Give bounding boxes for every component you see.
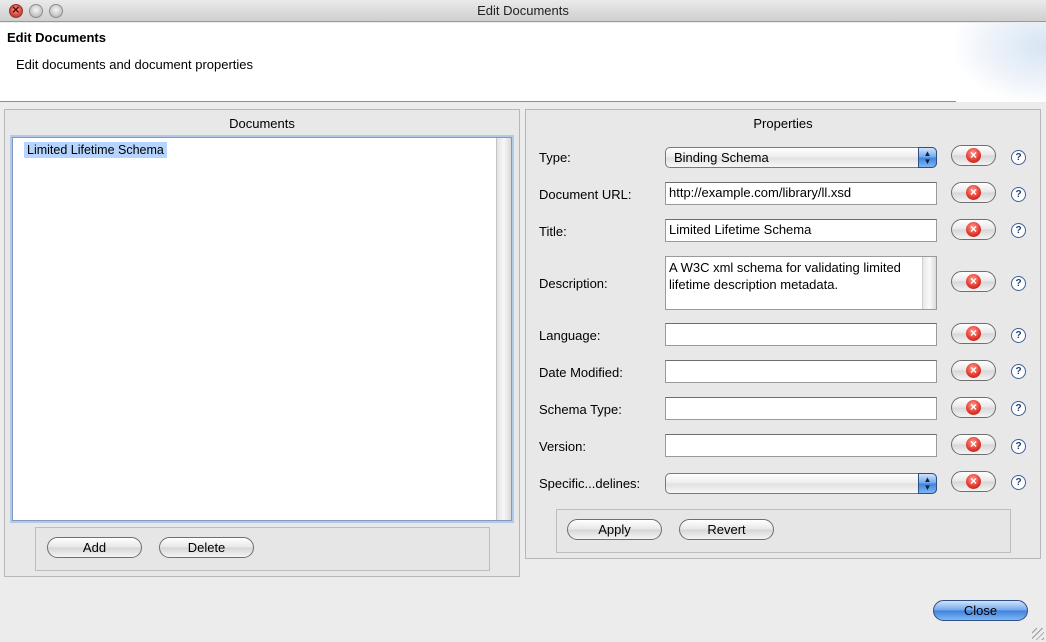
documents-scrollbar[interactable]	[496, 138, 511, 520]
resize-grip-icon[interactable]	[1032, 628, 1044, 640]
clear-date-modified-button[interactable]: ×	[951, 360, 996, 381]
clear-specification-guidelines-button[interactable]: ×	[951, 471, 996, 492]
document-url-label: Document URL:	[539, 187, 632, 202]
help-document-url-icon[interactable]: ?	[1011, 187, 1026, 202]
clear-x-icon: ×	[966, 363, 981, 378]
add-button[interactable]: Add	[47, 537, 142, 558]
clear-version-button[interactable]: ×	[951, 434, 996, 455]
language-field[interactable]	[665, 323, 937, 346]
clear-language-button[interactable]: ×	[951, 323, 996, 344]
clear-schema-type-button[interactable]: ×	[951, 397, 996, 418]
clear-x-icon: ×	[966, 326, 981, 341]
version-label: Version:	[539, 439, 586, 454]
help-language-icon[interactable]: ?	[1011, 328, 1026, 343]
select-arrows-icon: ▲ ▼	[918, 147, 937, 168]
select-arrows-icon: ▲ ▼	[918, 473, 937, 494]
clear-title-button[interactable]: ×	[951, 219, 996, 240]
clear-x-icon: ×	[966, 185, 981, 200]
help-type-icon[interactable]: ?	[1011, 150, 1026, 165]
help-title-icon[interactable]: ?	[1011, 223, 1026, 238]
list-item[interactable]: Limited Lifetime Schema	[24, 142, 167, 158]
description-textarea[interactable]: A W3C xml schema for validating limited …	[665, 256, 937, 310]
title-bar: Edit Documents	[0, 0, 1046, 22]
window-title: Edit Documents	[477, 3, 569, 18]
schema-type-label: Schema Type:	[539, 402, 622, 417]
clear-x-icon: ×	[966, 400, 981, 415]
title-label: Title:	[539, 224, 567, 239]
header-subtitle: Edit documents and document properties	[16, 57, 254, 72]
properties-title: Properties	[753, 116, 813, 131]
schema-type-field[interactable]	[665, 397, 937, 420]
clear-x-icon: ×	[966, 274, 981, 289]
date-modified-field[interactable]	[665, 360, 937, 383]
revert-button[interactable]: Revert	[679, 519, 774, 540]
help-date-modified-icon[interactable]: ?	[1011, 364, 1026, 379]
type-label: Type:	[539, 150, 571, 165]
clear-type-button[interactable]: ×	[951, 145, 996, 166]
description-scrollbar[interactable]	[922, 257, 936, 309]
documents-title: Documents	[229, 116, 295, 131]
help-schema-type-icon[interactable]: ?	[1011, 401, 1026, 416]
help-description-icon[interactable]: ?	[1011, 276, 1026, 291]
help-specification-guidelines-icon[interactable]: ?	[1011, 475, 1026, 490]
apply-button[interactable]: Apply	[567, 519, 662, 540]
document-url-field[interactable]: http://example.com/library/ll.xsd	[665, 182, 937, 205]
clear-x-icon: ×	[966, 474, 981, 489]
clear-x-icon: ×	[966, 222, 981, 237]
header-title: Edit Documents	[7, 30, 106, 45]
delete-button[interactable]: Delete	[159, 537, 254, 558]
language-label: Language:	[539, 328, 601, 343]
type-select[interactable]: Binding Schema ▲ ▼	[665, 147, 937, 168]
specification-guidelines-label: Specific...delines:	[539, 476, 641, 491]
description-text: A W3C xml schema for validating limited …	[669, 260, 901, 292]
documents-list[interactable]: Limited Lifetime Schema	[12, 137, 512, 521]
date-modified-label: Date Modified:	[539, 365, 623, 380]
specification-guidelines-select[interactable]: ▲ ▼	[665, 473, 937, 494]
title-field[interactable]: Limited Lifetime Schema	[665, 219, 937, 242]
clear-x-icon: ×	[966, 437, 981, 452]
dialog-header: Edit Documents Edit documents and docume…	[0, 23, 1046, 102]
help-version-icon[interactable]: ?	[1011, 439, 1026, 454]
close-button[interactable]: Close	[933, 600, 1028, 621]
clear-x-icon: ×	[966, 148, 981, 163]
clear-document-url-button[interactable]: ×	[951, 182, 996, 203]
description-label: Description:	[539, 276, 608, 291]
header-decoration	[956, 23, 1046, 102]
clear-description-button[interactable]: ×	[951, 271, 996, 292]
type-select-value: Binding Schema	[674, 150, 769, 165]
version-field[interactable]	[665, 434, 937, 457]
